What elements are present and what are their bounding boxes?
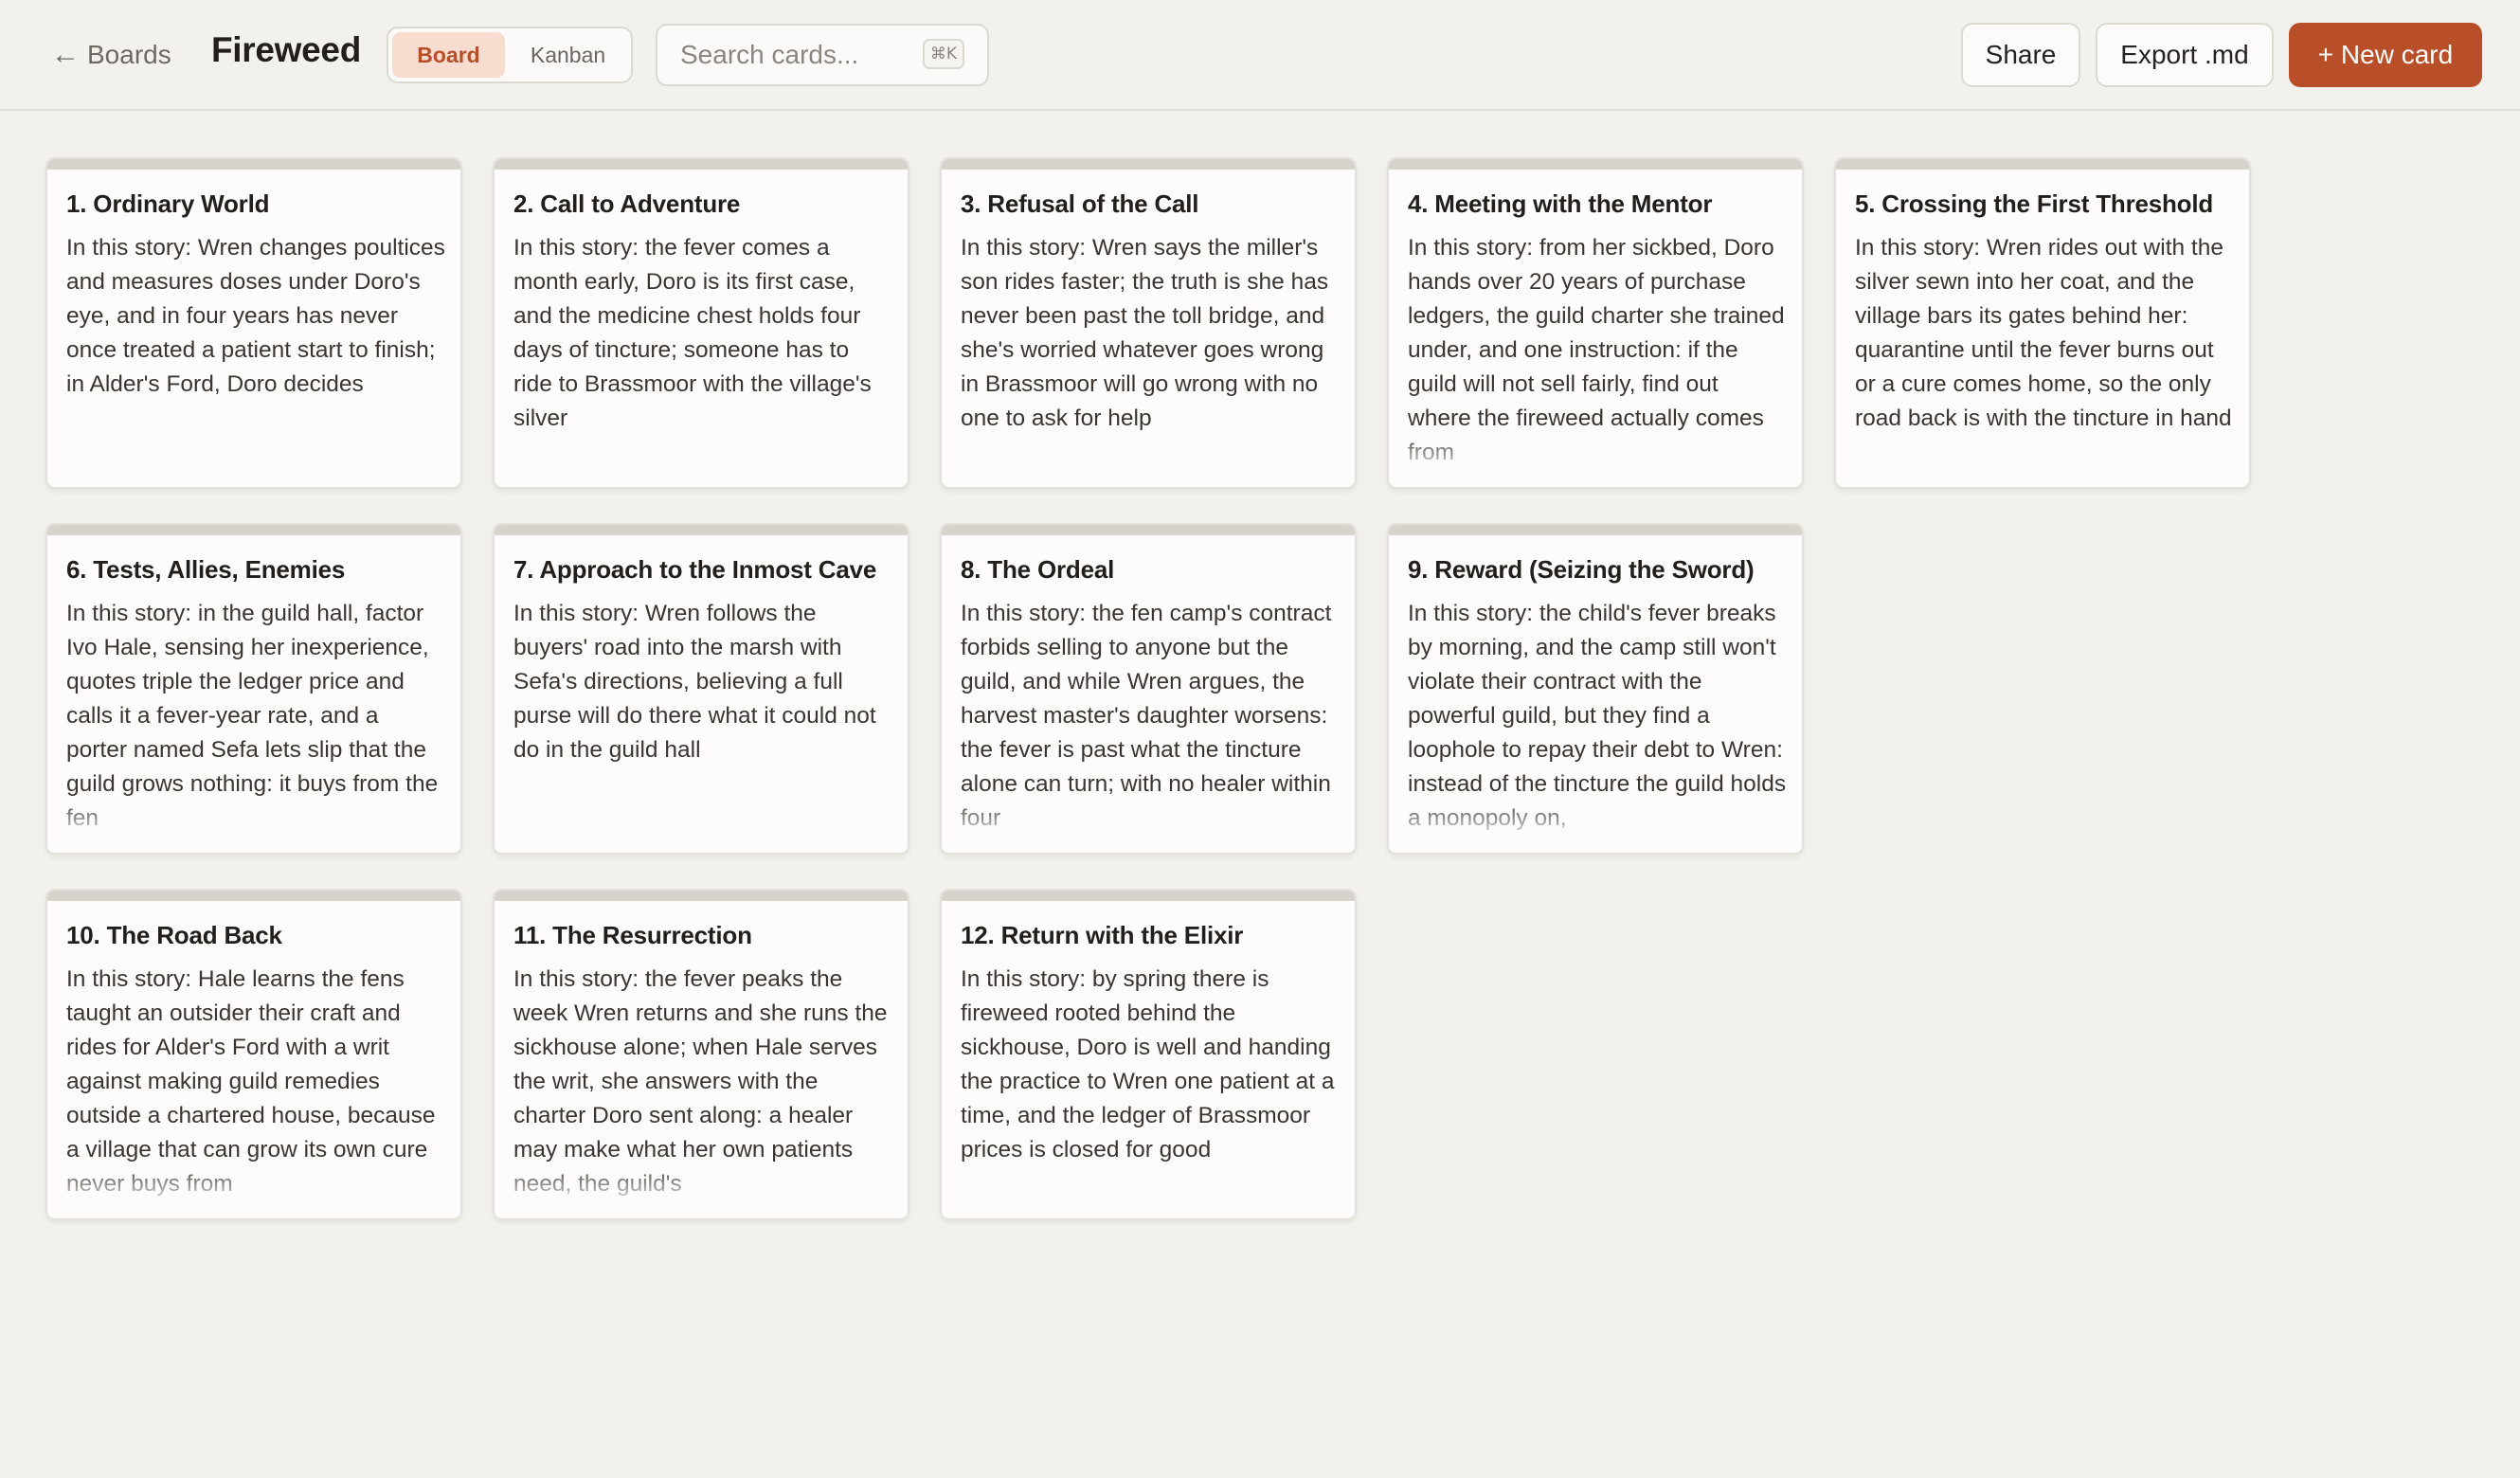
card-title: 3. Refusal of the Call	[961, 189, 1199, 218]
view-toggle: Board Kanban	[387, 27, 633, 83]
card-stripe	[1389, 159, 1802, 170]
card-body: In this story: from her sickbed, Doro ha…	[1408, 235, 1785, 465]
card-stripe	[942, 525, 1355, 535]
card-stripe	[495, 159, 908, 170]
card-title: 5. Crossing the First Threshold	[1855, 189, 2214, 218]
card-body: In this story: Wren changes poultices an…	[66, 235, 445, 397]
card-title: 10. The Road Back	[66, 921, 282, 949]
story-card[interactable]: 8. The Ordeal In this story: the fen camp…	[940, 523, 1357, 855]
search-box: ⌘K	[656, 24, 989, 86]
share-button[interactable]: Share	[1961, 23, 2080, 87]
story-card[interactable]: 4. Meeting with the Mentor In this story:…	[1387, 157, 1804, 489]
card-stripe	[47, 525, 460, 535]
keyboard-shortcut-badge: ⌘K	[922, 39, 964, 69]
card-body: In this story: the fever peaks the week …	[513, 966, 888, 1197]
card-title: 7. Approach to the Inmost Cave	[513, 555, 877, 584]
story-card[interactable]: 10. The Road Back In this story: Hale lea…	[45, 889, 462, 1220]
card-body: In this story: the fever comes a month e…	[513, 235, 872, 431]
card-body: In this story: the fen camp's contract f…	[961, 601, 1332, 831]
card-title: 6. Tests, Allies, Enemies	[66, 555, 346, 584]
left-arrow-icon: ←	[51, 39, 80, 70]
story-card[interactable]: 11. The Resurrection In this story: the f…	[493, 889, 909, 1220]
card-body: In this story: Wren says the miller's so…	[961, 235, 1329, 431]
story-card[interactable]: 5. Crossing the First Threshold In this s…	[1834, 157, 2251, 489]
card-stripe	[47, 891, 460, 901]
card-body: In this story: Wren follows the buyers' …	[513, 601, 876, 763]
card-title: 4. Meeting with the Mentor	[1408, 189, 1713, 218]
card-title: 1. Ordinary World	[66, 189, 270, 218]
card-body: In this story: by spring there is firewe…	[961, 966, 1335, 1163]
card-title: 12. Return with the Elixir	[961, 921, 1244, 949]
card-title: 11. The Resurrection	[513, 921, 752, 949]
story-card[interactable]: 6. Tests, Allies, Enemies In this story: …	[45, 523, 462, 855]
view-tab-board[interactable]: Board	[392, 32, 506, 78]
search-input[interactable]	[680, 40, 917, 70]
story-card[interactable]: 1. Ordinary World In this story: Wren cha…	[45, 157, 462, 489]
card-stripe	[495, 525, 908, 535]
card-stripe	[942, 891, 1355, 901]
back-to-boards-link[interactable]: ← Boards	[51, 36, 171, 74]
story-card[interactable]: 7. Approach to the Inmost Cave In this st…	[493, 523, 909, 855]
story-card[interactable]: 12. Return with the Elixir In this story:…	[940, 889, 1357, 1220]
view-tab-kanban[interactable]: Kanban	[509, 32, 627, 78]
card-body: In this story: Wren rides out with the s…	[1855, 235, 2232, 431]
card-stripe	[1836, 159, 2249, 170]
card-body: In this story: in the guild hall, factor…	[66, 601, 439, 831]
card-body: In this story: the child's fever breaks …	[1408, 601, 1787, 831]
new-card-button[interactable]: + New card	[2289, 23, 2482, 87]
card-grid: 1. Ordinary World In this story: Wren cha…	[45, 157, 2251, 1220]
back-link-label: Boards	[87, 40, 171, 69]
grid-empty-slot	[1834, 523, 2251, 855]
card-body: In this story: Hale learns the fens taug…	[66, 966, 436, 1197]
card-title: 8. The Ordeal	[961, 555, 1115, 584]
top-bar: ← Boards Fireweed Board Kanban ⌘K Share …	[0, 0, 2520, 111]
story-card[interactable]: 9. Reward (Seizing the Sword) In this sto…	[1387, 523, 1804, 855]
story-card[interactable]: 3. Refusal of the Call In this story: Wre…	[940, 157, 1357, 489]
card-title: 2. Call to Adventure	[513, 189, 741, 218]
card-stripe	[942, 159, 1355, 170]
story-card[interactable]: 2. Call to Adventure In this story: the f…	[493, 157, 909, 489]
card-stripe	[1389, 525, 1802, 535]
card-stripe	[47, 159, 460, 170]
export-md-button[interactable]: Export .md	[2096, 23, 2274, 87]
board-title: Fireweed	[211, 30, 361, 69]
card-stripe	[495, 891, 908, 901]
card-title: 9. Reward (Seizing the Sword)	[1408, 555, 1755, 584]
